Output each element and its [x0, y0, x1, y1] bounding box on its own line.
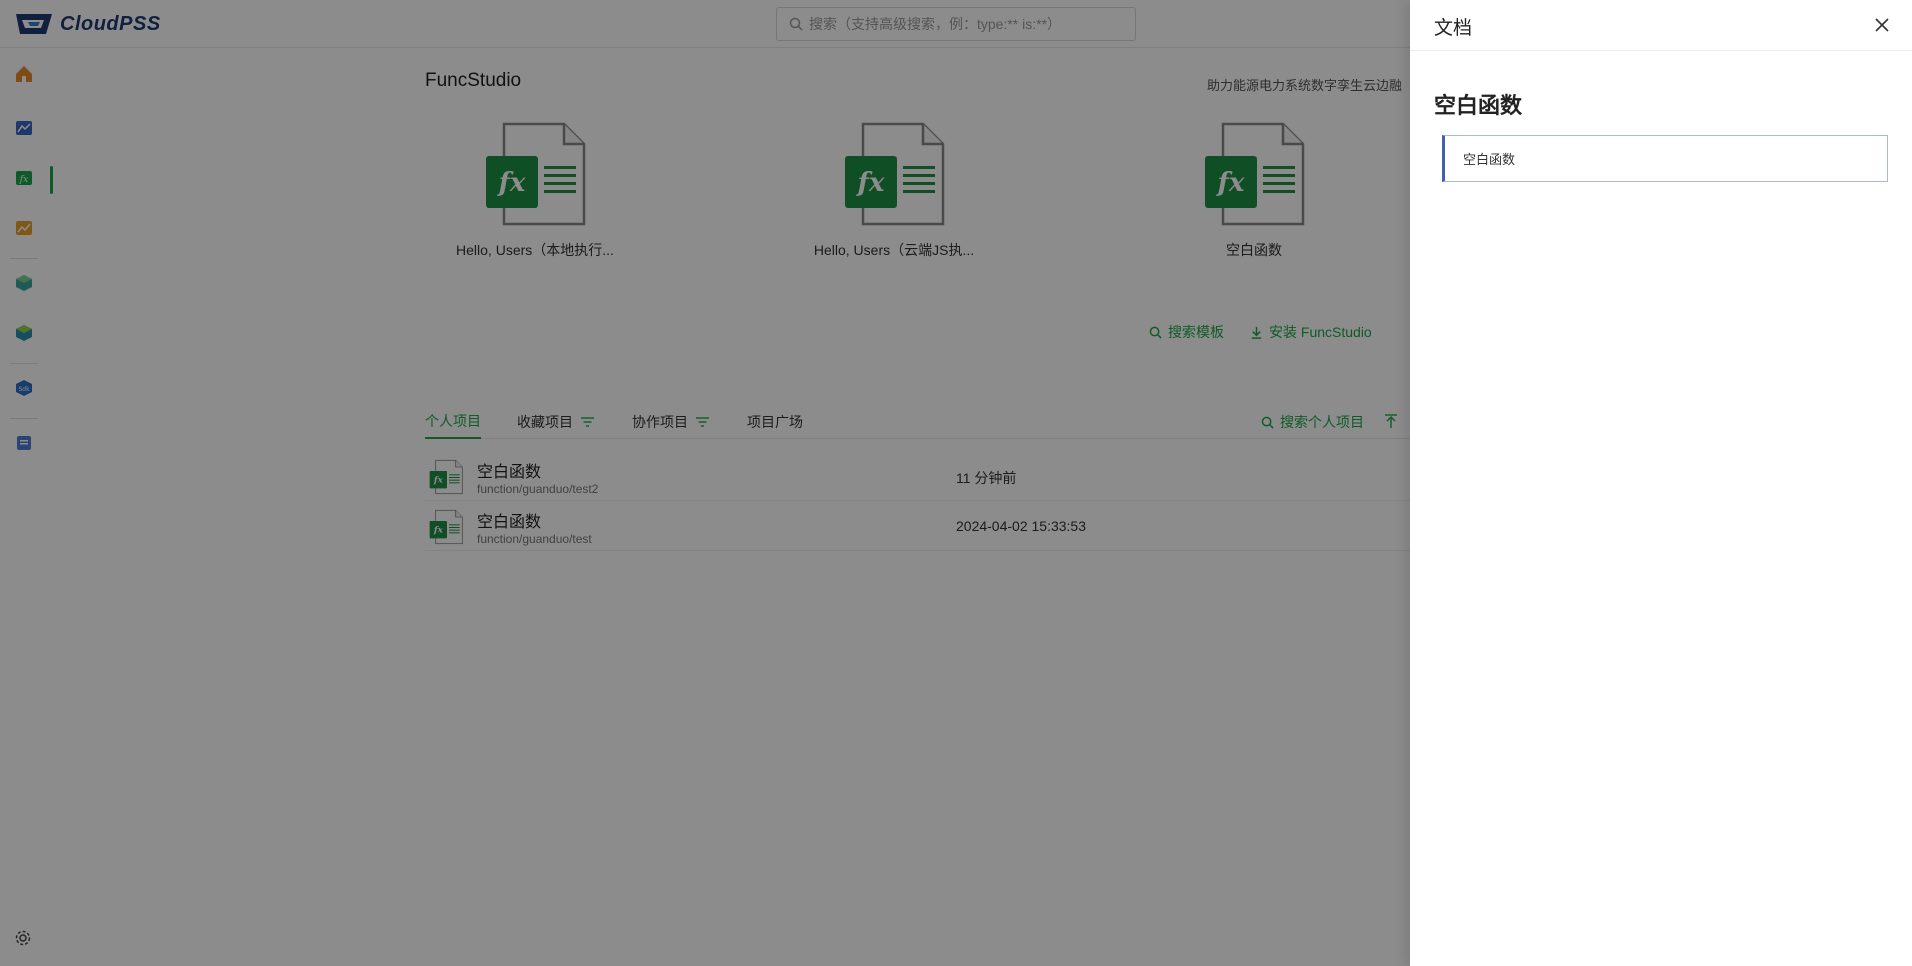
close-icon[interactable] — [1872, 15, 1892, 35]
doc-quote: 空白函数 — [1442, 135, 1888, 182]
doc-quote-text: 空白函数 — [1463, 152, 1516, 167]
doc-heading: 空白函数 — [1434, 93, 1523, 118]
drawer-title: 文档 — [1434, 18, 1473, 39]
modal-overlay[interactable] — [0, 0, 1410, 966]
docs-drawer: 文档 空白函数 空白函数 — [1410, 0, 1912, 966]
drawer-header: 文档 — [1410, 0, 1912, 51]
